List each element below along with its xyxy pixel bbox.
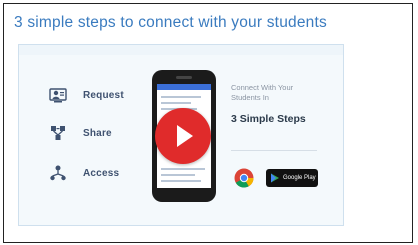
steps-video-card: Request Share Access Connect With Your S… — [18, 44, 344, 226]
google-play-label: Google Play — [283, 175, 316, 181]
card-top-band — [19, 45, 343, 55]
step-access: Access — [49, 163, 119, 183]
aside-big-text: 3 Simple Steps — [231, 113, 306, 125]
aside-small-line1: Connect With Your — [231, 83, 294, 92]
google-play-badge[interactable]: Google Play — [266, 169, 318, 187]
google-play-icon — [271, 173, 279, 183]
step-share-label: Share — [83, 127, 112, 139]
divider — [231, 150, 317, 151]
screen-line — [161, 174, 195, 176]
step-share: Share — [49, 123, 112, 143]
share-network-icon — [51, 126, 65, 140]
screen-line — [161, 168, 205, 170]
aside-small-line2: Students In — [231, 93, 269, 102]
play-button[interactable] — [155, 108, 211, 164]
aside-text: Connect With Your Students In 3 Simple S… — [231, 83, 331, 125]
step-request-label: Request — [83, 89, 124, 101]
screen-header-bar — [157, 84, 211, 90]
screen-line — [161, 180, 201, 182]
headline: 3 simple steps to connect with your stud… — [14, 14, 327, 31]
user-request-icon — [49, 88, 67, 103]
step-request: Request — [49, 85, 124, 105]
chrome-icon[interactable] — [234, 168, 254, 188]
access-nodes-icon — [50, 165, 66, 181]
screen-line — [161, 96, 201, 98]
step-access-label: Access — [83, 167, 120, 179]
play-icon — [177, 125, 193, 147]
phone-speaker — [176, 76, 192, 79]
screen-line — [161, 102, 191, 104]
